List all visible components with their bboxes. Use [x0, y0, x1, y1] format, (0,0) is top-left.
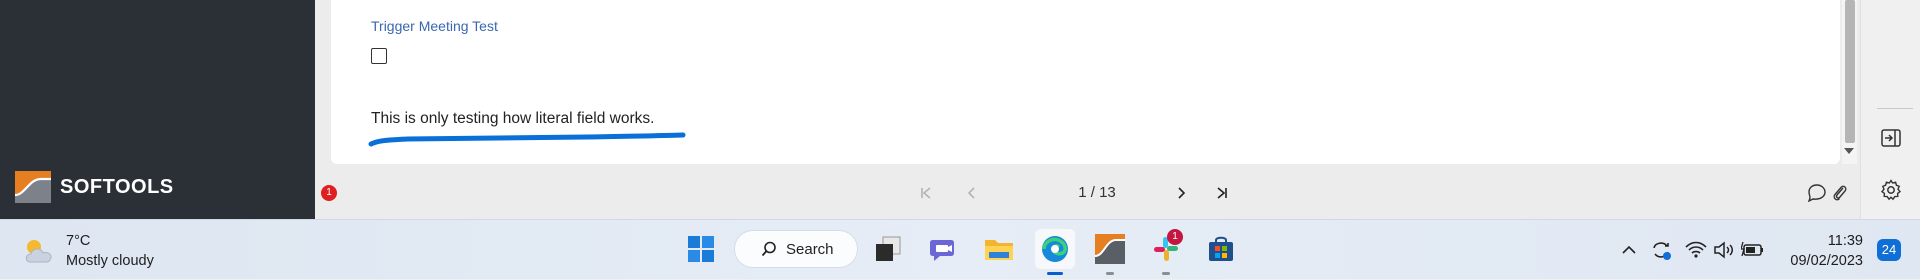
sidebar: SOFTOOLS — [0, 0, 315, 219]
right-side-panel — [1860, 0, 1920, 219]
folder-icon — [985, 240, 1013, 260]
notification-center-badge[interactable]: 24 — [1877, 239, 1901, 261]
windows-logo-icon — [688, 236, 714, 262]
paperclip-icon — [1833, 185, 1847, 201]
scroll-thumb[interactable] — [1845, 0, 1855, 143]
microsoft-store-button[interactable] — [1201, 229, 1241, 269]
wifi-icon — [1685, 241, 1707, 258]
search-icon — [761, 241, 776, 257]
form-card: Trigger Meeting Test This is only testin… — [331, 0, 1857, 164]
main-content: Trigger Meeting Test This is only testin… — [315, 0, 1860, 219]
system-clock[interactable]: 11:39 09/02/2023 — [1771, 231, 1863, 271]
edge-browser-icon — [1042, 236, 1068, 262]
chevron-left-icon — [967, 187, 975, 199]
comment-icon — [1807, 184, 1826, 202]
speaker-icon — [1714, 241, 1733, 259]
softools-app-button[interactable] — [1090, 229, 1130, 269]
chevron-up-icon — [1622, 245, 1636, 254]
slack-running-indicator — [1162, 272, 1170, 275]
weather-temperature: 7°C — [66, 233, 91, 249]
settings-gear-icon[interactable] — [1879, 178, 1903, 202]
show-hidden-icons-button[interactable] — [1618, 220, 1640, 280]
clock-date: 09/02/2023 — [1790, 253, 1863, 269]
chat-icon — [930, 240, 954, 261]
windows-taskbar: 7°C Mostly cloudy Search 1 11:39 09/02/2… — [0, 219, 1920, 279]
softools-running-indicator — [1106, 272, 1114, 275]
record-pager: 1 1 / 13 — [315, 178, 1860, 208]
sync-status-button[interactable] — [1648, 220, 1674, 280]
trigger-meeting-checkbox[interactable] — [371, 48, 387, 64]
battery-charging-icon — [1741, 242, 1763, 257]
literal-field-text: This is only testing how literal field w… — [371, 110, 655, 127]
store-icon — [1209, 236, 1233, 261]
softools-logo-icon — [15, 171, 51, 203]
divider — [1877, 108, 1913, 109]
previous-page-button[interactable] — [961, 182, 983, 204]
file-explorer-button[interactable] — [979, 229, 1019, 269]
comments-button[interactable] — [1806, 182, 1828, 204]
cloudy-weather-icon — [25, 240, 52, 263]
last-page-button[interactable] — [1211, 182, 1233, 204]
weather-widget[interactable]: 7°C Mostly cloudy — [22, 231, 154, 271]
volume-button[interactable] — [1712, 220, 1736, 280]
weather-description: Mostly cloudy — [66, 253, 154, 269]
brand-name: SOFTOOLS — [60, 175, 174, 198]
edge-active-indicator — [1047, 272, 1063, 275]
taskbar-search[interactable]: Search — [734, 230, 858, 268]
pen-underline-annotation — [368, 132, 686, 147]
collapse-panel-icon[interactable] — [1879, 126, 1903, 150]
start-button[interactable] — [681, 229, 721, 269]
attachments-button[interactable] — [1829, 182, 1851, 204]
vertical-scrollbar[interactable] — [1842, 0, 1857, 164]
warning-badge[interactable]: 1 — [321, 185, 337, 201]
network-button[interactable] — [1684, 220, 1708, 280]
field-label: Trigger Meeting Test — [371, 18, 498, 34]
next-page-button[interactable] — [1170, 182, 1192, 204]
clock-time: 11:39 — [1827, 233, 1863, 249]
softools-app-icon — [1095, 234, 1125, 264]
first-page-icon — [921, 187, 931, 199]
softools-logo[interactable]: SOFTOOLS — [15, 171, 174, 203]
slack-notification-badge: 1 — [1167, 229, 1183, 245]
scroll-down-arrow-icon[interactable] — [1844, 148, 1854, 154]
chevron-right-icon — [1178, 187, 1186, 199]
task-view-icon — [876, 236, 901, 261]
sync-icon — [1653, 242, 1671, 260]
page-indicator: 1 / 13 — [1078, 184, 1116, 201]
first-page-button[interactable] — [915, 182, 937, 204]
edge-browser-button[interactable] — [1035, 229, 1075, 269]
battery-button[interactable] — [1740, 220, 1766, 280]
teams-chat-button[interactable] — [923, 229, 963, 269]
slack-button[interactable]: 1 — [1146, 229, 1186, 269]
task-view-button[interactable] — [868, 229, 908, 269]
search-label: Search — [786, 240, 834, 258]
last-page-icon — [1217, 187, 1227, 199]
app-window: SOFTOOLS Trigger Meeting Test This is on… — [0, 0, 1920, 219]
